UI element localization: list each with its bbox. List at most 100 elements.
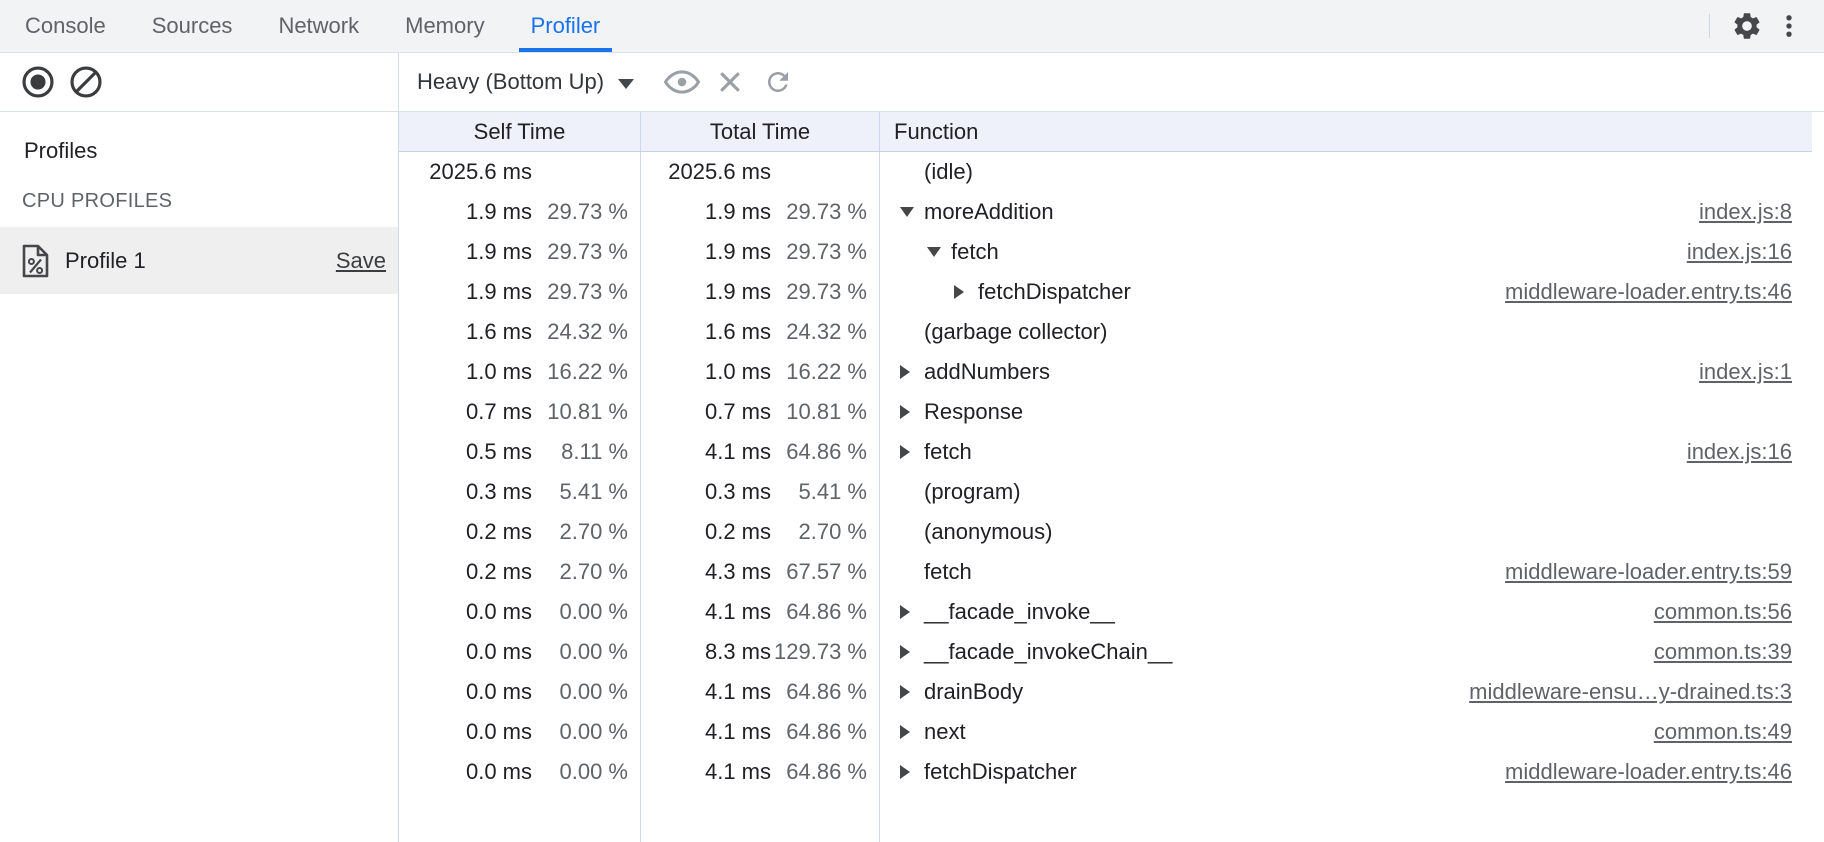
total-time-cell: 1.0 ms16.22 % <box>641 352 880 392</box>
total-time-cell-ms: 4.1 ms <box>705 679 771 705</box>
profiles-sidebar: Profiles CPU PROFILES Profile 1 Save <box>0 112 399 842</box>
chevron-right-icon <box>900 685 910 699</box>
self-time-cell-ms: 0.0 ms <box>466 599 532 625</box>
source-link[interactable]: common.ts:39 <box>1654 639 1792 665</box>
table-row[interactable]: 0.0 ms0.00 %8.3 ms129.73 %__facade_invok… <box>399 632 1812 672</box>
source-link[interactable]: middleware-loader.entry.ts:46 <box>1505 279 1792 305</box>
expander-collapsed[interactable] <box>900 725 924 739</box>
tab-sources[interactable]: Sources <box>140 0 245 52</box>
function-cell: addNumbersindex.js:1 <box>880 352 1812 392</box>
total-time-cell-pct: 5.41 % <box>771 479 879 505</box>
table-row[interactable]: 2025.6 ms2025.6 ms(idle) <box>399 152 1812 192</box>
profile-name: Profile 1 <box>65 248 336 274</box>
column-header-total-time[interactable]: Total Time <box>641 112 880 151</box>
function-name: drainBody <box>924 679 1023 705</box>
self-time-cell-pct: 5.41 % <box>532 479 640 505</box>
focus-selected-button[interactable] <box>660 60 704 104</box>
table-row[interactable]: 1.9 ms29.73 %1.9 ms29.73 %fetchindex.js:… <box>399 232 1812 272</box>
expander-collapsed[interactable] <box>900 645 924 659</box>
total-time-cell-pct: 64.86 % <box>771 599 879 625</box>
total-time-cell: 1.9 ms29.73 % <box>641 272 880 312</box>
profile-view-select[interactable]: Heavy (Bottom Up) <box>417 69 634 95</box>
expander-collapsed[interactable] <box>900 445 924 459</box>
source-link[interactable]: middleware-loader.entry.ts:46 <box>1505 759 1792 785</box>
function-cell: (program) <box>880 472 1812 512</box>
tab-network[interactable]: Network <box>266 0 371 52</box>
settings-button[interactable] <box>1726 5 1768 47</box>
table-row[interactable]: 0.0 ms0.00 %4.1 ms64.86 %__facade_invoke… <box>399 592 1812 632</box>
table-row[interactable]: 1.9 ms29.73 %1.9 ms29.73 %moreAdditionin… <box>399 192 1812 232</box>
source-link[interactable]: index.js:16 <box>1687 439 1792 465</box>
total-time-cell-pct: 24.32 % <box>771 319 879 345</box>
sidebar-item-profile-1[interactable]: Profile 1 Save <box>0 227 398 294</box>
self-time-cell: 0.3 ms5.41 % <box>399 472 641 512</box>
source-link[interactable]: common.ts:49 <box>1654 719 1792 745</box>
table-row[interactable]: 0.3 ms5.41 %0.3 ms5.41 %(program) <box>399 472 1812 512</box>
tab-profiler[interactable]: Profiler <box>519 0 613 52</box>
function-name: (garbage collector) <box>924 319 1107 345</box>
cpu-profiles-section-header: CPU PROFILES <box>0 176 398 227</box>
function-cell: (anonymous) <box>880 512 1812 552</box>
exclude-selected-button[interactable] <box>708 60 752 104</box>
self-time-cell: 0.0 ms0.00 % <box>399 712 641 752</box>
table-row[interactable]: 1.0 ms16.22 %1.0 ms16.22 %addNumbersinde… <box>399 352 1812 392</box>
expander-expanded[interactable] <box>927 247 951 257</box>
function-name: (idle) <box>924 159 973 185</box>
clear-profiles-button[interactable] <box>64 60 108 104</box>
grid-filler-total <box>641 792 880 842</box>
expander-collapsed[interactable] <box>900 605 924 619</box>
total-time-cell: 1.9 ms29.73 % <box>641 232 880 272</box>
table-row[interactable]: 1.9 ms29.73 %1.9 ms29.73 %fetchDispatche… <box>399 272 1812 312</box>
table-row[interactable]: 0.0 ms0.00 %4.1 ms64.86 %drainBodymiddle… <box>399 672 1812 712</box>
function-name: fetchDispatcher <box>924 759 1077 785</box>
expander-collapsed[interactable] <box>954 285 978 299</box>
source-link[interactable]: middleware-loader.entry.ts:59 <box>1505 559 1792 585</box>
source-link[interactable]: index.js:8 <box>1699 199 1792 225</box>
total-time-cell: 4.3 ms67.57 % <box>641 552 880 592</box>
total-time-cell: 0.3 ms5.41 % <box>641 472 880 512</box>
restore-all-button[interactable] <box>756 60 800 104</box>
total-time-cell-pct: 64.86 % <box>771 759 879 785</box>
self-time-cell-pct: 0.00 % <box>532 719 640 745</box>
source-link[interactable]: middleware-ensu…y-drained.ts:3 <box>1469 679 1792 705</box>
save-profile-link[interactable]: Save <box>336 248 386 274</box>
table-row[interactable]: 0.0 ms0.00 %4.1 ms64.86 %nextcommon.ts:4… <box>399 712 1812 752</box>
function-cell: (garbage collector) <box>880 312 1812 352</box>
profiles-toolbar <box>0 53 399 111</box>
self-time-cell: 0.0 ms0.00 % <box>399 592 641 632</box>
total-time-cell-ms: 1.6 ms <box>705 319 771 345</box>
devtools-profiler-panel: Console Sources Network Memory Profiler <box>0 0 1824 842</box>
more-options-button[interactable] <box>1768 5 1810 47</box>
self-time-cell-ms: 0.0 ms <box>466 679 532 705</box>
source-link[interactable]: index.js:1 <box>1699 359 1792 385</box>
self-time-cell-ms: 1.9 ms <box>466 279 532 305</box>
self-time-cell-pct: 10.81 % <box>532 399 640 425</box>
function-cell: __facade_invokeChain__common.ts:39 <box>880 632 1812 672</box>
column-header-self-time[interactable]: Self Time <box>399 112 641 151</box>
expander-collapsed[interactable] <box>900 405 924 419</box>
kebab-menu-icon <box>1775 12 1803 40</box>
tab-strip: Console Sources Network Memory Profiler <box>2 0 623 52</box>
table-row[interactable]: 0.2 ms2.70 %4.3 ms67.57 %fetchmiddleware… <box>399 552 1812 592</box>
record-button[interactable] <box>16 60 60 104</box>
chevron-right-icon <box>954 285 964 299</box>
column-header-function[interactable]: Function <box>880 112 1812 151</box>
source-link[interactable]: index.js:16 <box>1687 239 1792 265</box>
self-time-cell-ms: 0.0 ms <box>466 639 532 665</box>
self-time-cell-ms: 1.6 ms <box>466 319 532 345</box>
tab-memory[interactable]: Memory <box>393 0 496 52</box>
expander-collapsed[interactable] <box>900 685 924 699</box>
function-name: __facade_invoke__ <box>924 599 1115 625</box>
profile-view-selected: Heavy (Bottom Up) <box>417 69 604 95</box>
expander-collapsed[interactable] <box>900 365 924 379</box>
table-row[interactable]: 0.2 ms2.70 %0.2 ms2.70 %(anonymous) <box>399 512 1812 552</box>
table-row[interactable]: 1.6 ms24.32 %1.6 ms24.32 %(garbage colle… <box>399 312 1812 352</box>
table-row[interactable]: 0.5 ms8.11 %4.1 ms64.86 %fetchindex.js:1… <box>399 432 1812 472</box>
table-row[interactable]: 0.0 ms0.00 %4.1 ms64.86 %fetchDispatcher… <box>399 752 1812 792</box>
expander-collapsed[interactable] <box>900 765 924 779</box>
tab-console[interactable]: Console <box>13 0 118 52</box>
source-link[interactable]: common.ts:56 <box>1654 599 1792 625</box>
table-row[interactable]: 0.7 ms10.81 %0.7 ms10.81 %Response <box>399 392 1812 432</box>
expander-expanded[interactable] <box>900 207 924 217</box>
self-time-cell: 0.2 ms2.70 % <box>399 512 641 552</box>
